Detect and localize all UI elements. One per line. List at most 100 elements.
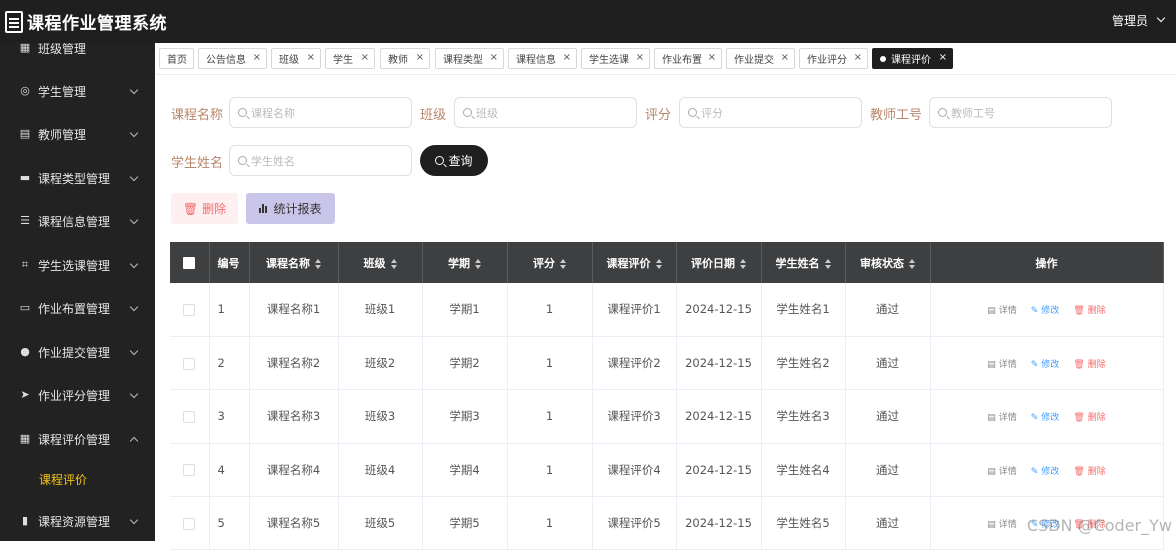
row-select-cell[interactable] [170,443,209,496]
stats-report-button[interactable]: 统计报表 [246,193,335,224]
sidebar-subitem-course-review[interactable]: 课程评价 [39,471,87,488]
edit-button[interactable]: ✎修改 [1031,306,1060,316]
detail-button[interactable]: ▤详情 [987,520,1017,530]
sidebar-item-homework-score[interactable]: ➤作业评分管理 [0,380,155,410]
col-status[interactable]: 审核状态 [845,242,930,283]
placeholder: 班级 [476,105,498,121]
select-all-cell[interactable] [170,242,209,283]
sidebar-item-homework-assign[interactable]: ▭作业布置管理 [0,293,155,323]
crop-icon: ⌗ [19,259,31,271]
close-icon[interactable]: × [636,52,644,63]
detail-label: 详情 [999,520,1017,530]
sidebar-item-class[interactable]: ▦班级管理 [0,43,155,63]
close-icon[interactable]: × [253,52,261,63]
edit-button[interactable]: ✎修改 [1031,467,1060,477]
delete-button[interactable]: 🗑删除 [1073,360,1105,370]
chevron-down-icon[interactable] [1157,14,1165,22]
sidebar-item-course-info[interactable]: ☰课程信息管理 [0,206,155,236]
tab-label: 首页 [167,51,187,66]
close-icon[interactable]: × [416,52,424,63]
tab-class[interactable]: 班级× [271,48,321,69]
class-input[interactable]: 班级 [454,97,637,128]
tab-label: 公告信息 [206,51,246,66]
sidebar-item-teacher[interactable]: ▤教师管理 [0,119,155,149]
tab-course-selection[interactable]: 学生选课× [581,48,650,69]
cell-course-name: 课程名称3 [249,390,338,443]
close-icon[interactable]: × [563,52,571,63]
row-checkbox[interactable] [183,304,195,316]
course-name-input[interactable]: 课程名称 [229,97,412,128]
close-icon[interactable]: × [854,52,862,63]
user-menu[interactable]: 管理员 [1112,12,1148,29]
tab-homework-assign[interactable]: 作业布置× [654,48,722,69]
row-select-cell[interactable] [170,497,209,550]
sort-icon[interactable] [315,259,321,269]
cell-date: 2024-12-15 [676,497,761,550]
student-name-input[interactable]: 学生姓名 [229,145,412,176]
sort-icon[interactable] [825,259,831,269]
edit-button[interactable]: ✎修改 [1031,413,1060,423]
row-select-cell[interactable] [170,390,209,443]
tab-notice[interactable]: 公告信息 × [198,48,267,69]
sidebar-item-label: 课程评价管理 [38,431,110,448]
sort-icon[interactable] [656,259,662,269]
sidebar-item-homework-submit[interactable]: ●作业提交管理 [0,337,155,367]
sort-icon[interactable] [909,259,915,269]
cell-status: 通过 [845,443,930,496]
delete-button[interactable]: 🗑删除 [1073,467,1105,477]
sidebar-item-course-selection[interactable]: ⌗学生选课管理 [0,250,155,280]
delete-button[interactable]: 🗑删除 [1073,413,1105,423]
sidebar-item-course-review[interactable]: ▦课程评价管理 [0,424,155,454]
row-checkbox[interactable] [183,358,195,370]
col-review[interactable]: 课程评价 [592,242,676,283]
tab-label: 教师 [388,51,408,66]
score-input[interactable]: 评分 [679,97,862,128]
batch-delete-button[interactable]: 🗑删除 [171,193,238,224]
sidebar-item-student[interactable]: ◎学生管理 [0,76,155,106]
col-date[interactable]: 评价日期 [676,242,761,283]
tab-home[interactable]: 首页 [159,48,194,69]
tab-course-review[interactable]: 课程评价× [872,48,953,69]
row-select-cell[interactable] [170,283,209,336]
close-icon[interactable]: × [361,52,369,63]
row-checkbox[interactable] [183,411,195,423]
row-select-cell[interactable] [170,336,209,389]
row-checkbox[interactable] [183,518,195,530]
col-term[interactable]: 学期 [422,242,507,283]
cell-review: 课程评价2 [592,336,676,389]
close-icon[interactable]: × [781,52,789,63]
select-all-checkbox[interactable] [183,257,195,269]
col-course-name[interactable]: 课程名称 [249,242,338,283]
edit-button[interactable]: ✎修改 [1031,360,1060,370]
close-icon[interactable]: × [939,52,947,63]
tab-course-type[interactable]: 课程类型× [435,48,504,69]
teacher-no-input[interactable]: 教师工号 [929,97,1112,128]
detail-button[interactable]: ▤详情 [987,467,1017,477]
tab-teacher[interactable]: 教师 × [380,48,430,69]
delete-label: 删除 [1088,306,1106,316]
close-icon[interactable]: × [490,52,498,63]
sidebar-item-label: 学生管理 [38,83,86,100]
query-button[interactable]: 查询 [420,145,488,176]
col-score[interactable]: 评分 [507,242,592,283]
col-student-name[interactable]: 学生姓名 [761,242,845,283]
tab-homework-score[interactable]: 作业评分× [799,48,868,69]
close-icon[interactable]: × [307,52,315,63]
sort-icon[interactable] [475,259,481,269]
close-icon[interactable]: × [708,52,716,63]
sidebar-item-course-resource[interactable]: ▮课程资源管理 [0,506,155,536]
sidebar-item-course-type[interactable]: ▬课程类型管理 [0,163,155,193]
cell-no: 3 [209,390,249,443]
tab-homework-submit[interactable]: 作业提交× [726,48,795,69]
detail-button[interactable]: ▤详情 [987,360,1017,370]
sort-icon[interactable] [391,259,397,269]
sort-icon[interactable] [740,259,746,269]
col-class[interactable]: 班级 [338,242,422,283]
sort-icon[interactable] [560,259,566,269]
detail-button[interactable]: ▤详情 [987,306,1017,316]
detail-button[interactable]: ▤详情 [987,413,1017,423]
tab-student[interactable]: 学生× [325,48,375,69]
tab-course-info[interactable]: 课程信息× [508,48,577,69]
row-checkbox[interactable] [183,464,195,476]
delete-button[interactable]: 🗑删除 [1073,306,1105,316]
